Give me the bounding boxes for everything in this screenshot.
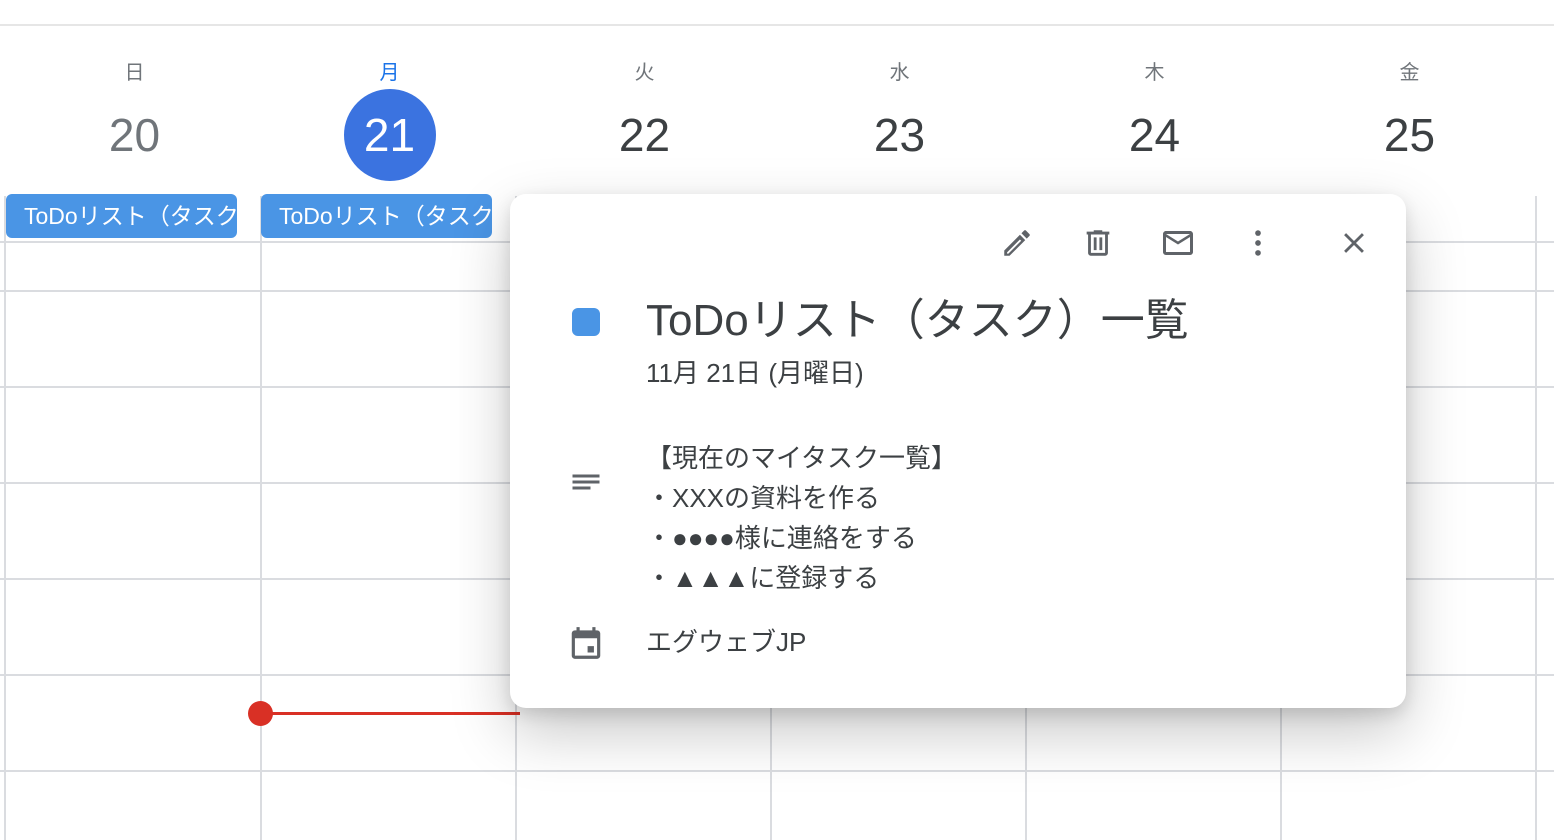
grid-column-divider	[260, 196, 262, 840]
more-options-button[interactable]	[1235, 220, 1281, 266]
email-guests-button[interactable]	[1155, 220, 1201, 266]
edit-icon	[1000, 226, 1034, 260]
calendar-icon	[567, 624, 605, 667]
day-header-thu[interactable]: 木 24	[1027, 0, 1282, 190]
day-number[interactable]: 25	[1364, 89, 1456, 181]
today-day-number[interactable]: 21	[343, 89, 436, 181]
email-icon	[1160, 225, 1196, 261]
day-number[interactable]: 22	[599, 89, 691, 181]
close-button[interactable]	[1331, 220, 1377, 266]
day-number[interactable]: 23	[854, 89, 946, 181]
delete-icon	[1081, 226, 1115, 260]
hour-line	[0, 770, 1554, 772]
day-number[interactable]: 24	[1109, 89, 1201, 181]
day-header-tue[interactable]: 火 22	[517, 0, 772, 190]
description-line: ・●●●●様に連絡をする	[646, 523, 917, 553]
all-day-event-chip[interactable]: ToDoリスト（タスク）一覧	[261, 194, 492, 238]
day-number[interactable]: 20	[89, 89, 181, 181]
description-line: ・▲▲▲に登録する	[646, 563, 880, 593]
day-header-fri[interactable]: 金 25	[1282, 0, 1537, 190]
edit-button[interactable]	[994, 220, 1040, 266]
more-options-icon	[1241, 226, 1275, 260]
day-name: 火	[634, 62, 655, 84]
event-date: 11月 21日 (月曜日)	[646, 358, 864, 388]
day-header-mon[interactable]: 月 21	[262, 0, 517, 190]
current-time-line	[260, 712, 520, 715]
day-name: 月	[379, 62, 400, 84]
description-line: 【現在のマイタスク一覧】	[646, 443, 957, 473]
grid-column-divider	[4, 196, 6, 840]
grid-column-divider	[1535, 196, 1537, 840]
delete-button[interactable]	[1075, 220, 1121, 266]
all-day-event-chip[interactable]: ToDoリスト（タスク）一覧	[6, 194, 237, 238]
description-icon	[568, 464, 604, 505]
calendar-name: エグウェブJP	[646, 627, 807, 657]
event-description: 【現在のマイタスク一覧】 ・XXXの資料を作る ・●●●●様に連絡をする ・▲▲…	[646, 438, 957, 598]
event-color-swatch	[572, 308, 600, 336]
day-header-wed[interactable]: 水 23	[772, 0, 1027, 190]
day-name: 日	[124, 62, 145, 84]
close-icon	[1337, 226, 1371, 260]
calendar-week-view: 日 20 月 21 火 22 水 23 木 24 金 25 ToDoリスト（タス…	[0, 0, 1554, 840]
current-time-dot	[248, 701, 273, 726]
day-header-sun[interactable]: 日 20	[7, 0, 262, 190]
description-line: ・XXXの資料を作る	[646, 483, 881, 513]
day-name: 金	[1399, 62, 1420, 84]
event-title: ToDoリスト（タスク）一覧	[646, 296, 1189, 345]
event-details-popup: ToDoリスト（タスク）一覧 11月 21日 (月曜日) 【現在のマイタスク一覧…	[510, 194, 1406, 708]
day-name: 木	[1144, 62, 1165, 84]
day-name: 水	[889, 62, 910, 84]
